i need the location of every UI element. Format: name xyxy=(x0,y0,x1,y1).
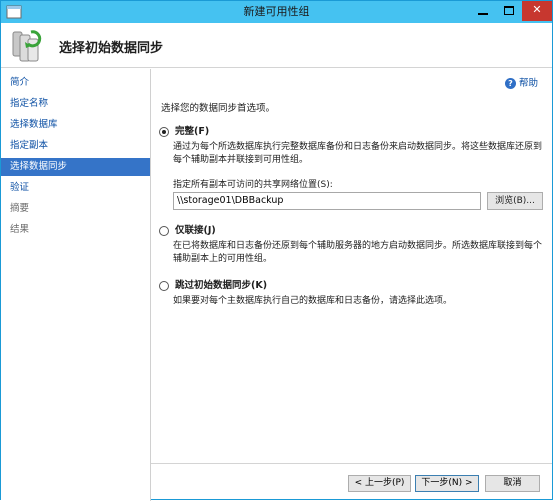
dialog-window: 新建可用性组 ✕ 选择初始数据同步 简介 指定名称 选择数据库 指定副本 选择数… xyxy=(0,0,553,501)
sidebar-item-intro[interactable]: 简介 xyxy=(1,74,150,92)
option-full-label: 完整(F) xyxy=(175,126,210,137)
sidebar-item-select-databases[interactable]: 选择数据库 xyxy=(1,116,150,134)
help-link[interactable]: ? 帮助 xyxy=(504,75,538,89)
sidebar-item-validation[interactable]: 验证 xyxy=(1,179,150,197)
radio-full[interactable] xyxy=(159,126,169,137)
maximize-icon xyxy=(504,6,514,15)
wizard-sidebar: 简介 指定名称 选择数据库 指定副本 选择数据同步 验证 摘要 结果 xyxy=(1,69,151,501)
sidebar-item-specify-name[interactable]: 指定名称 xyxy=(1,95,150,113)
cancel-button[interactable]: 取消 xyxy=(485,475,540,492)
help-label: 帮助 xyxy=(518,78,538,89)
sidebar-item-data-sync[interactable]: 选择数据同步 xyxy=(1,158,150,176)
share-path-label: 指定所有副本可访问的共享网络位置(S): xyxy=(173,180,333,190)
minimize-button[interactable] xyxy=(470,1,496,21)
option-full[interactable]: 完整(F) xyxy=(159,123,209,137)
minimize-icon xyxy=(478,13,488,15)
previous-button[interactable]: < 上一步(P) xyxy=(348,475,411,492)
option-skip[interactable]: 跳过初始数据同步(K) xyxy=(159,277,267,291)
title-bar[interactable]: 新建可用性组 ✕ xyxy=(1,1,552,23)
radio-skip[interactable] xyxy=(159,280,169,291)
database-sync-icon xyxy=(12,30,42,62)
wizard-header: 选择初始数据同步 xyxy=(1,23,552,68)
maximize-button[interactable] xyxy=(496,1,522,21)
share-path-input[interactable]: \\storage01\DBBackup xyxy=(173,192,481,210)
wizard-footer: < 上一步(P) 下一步(N) > 取消 xyxy=(151,463,552,499)
page-title: 选择初始数据同步 xyxy=(59,41,164,56)
sidebar-item-specify-replicas[interactable]: 指定副本 xyxy=(1,137,150,155)
option-full-description: 通过为每个所选数据库执行完整数据库备份和日志备份来启动数据同步。将这些数据库还原… xyxy=(173,142,543,165)
option-skip-label: 跳过初始数据同步(K) xyxy=(175,280,268,291)
option-skip-description: 如果要对每个主数据库执行自己的数据库和日志备份，请选择此选项。 xyxy=(173,296,453,306)
option-join-only-description: 在已将数据库和日志备份还原到每个辅助服务器的地方启动数据同步。所选数据库联接到每… xyxy=(173,241,543,264)
section-title: 选择您的数据同步首选项。 xyxy=(161,103,276,114)
wizard-content: ? 帮助 选择您的数据同步首选项。 完整(F) 通过为每个所选数据库执行完整数据库… xyxy=(151,69,552,499)
browse-button[interactable]: 浏览(B)... xyxy=(487,192,543,210)
radio-join-only[interactable] xyxy=(159,225,169,236)
option-join-only[interactable]: 仅联接(J) xyxy=(159,222,216,236)
close-button[interactable]: ✕ xyxy=(522,1,552,21)
sidebar-item-summary: 摘要 xyxy=(10,203,30,214)
next-button[interactable]: 下一步(N) > xyxy=(415,475,479,492)
option-join-only-label: 仅联接(J) xyxy=(175,225,216,236)
close-icon: ✕ xyxy=(532,3,542,16)
help-icon: ? xyxy=(504,78,516,89)
sidebar-item-results: 结果 xyxy=(10,224,30,235)
